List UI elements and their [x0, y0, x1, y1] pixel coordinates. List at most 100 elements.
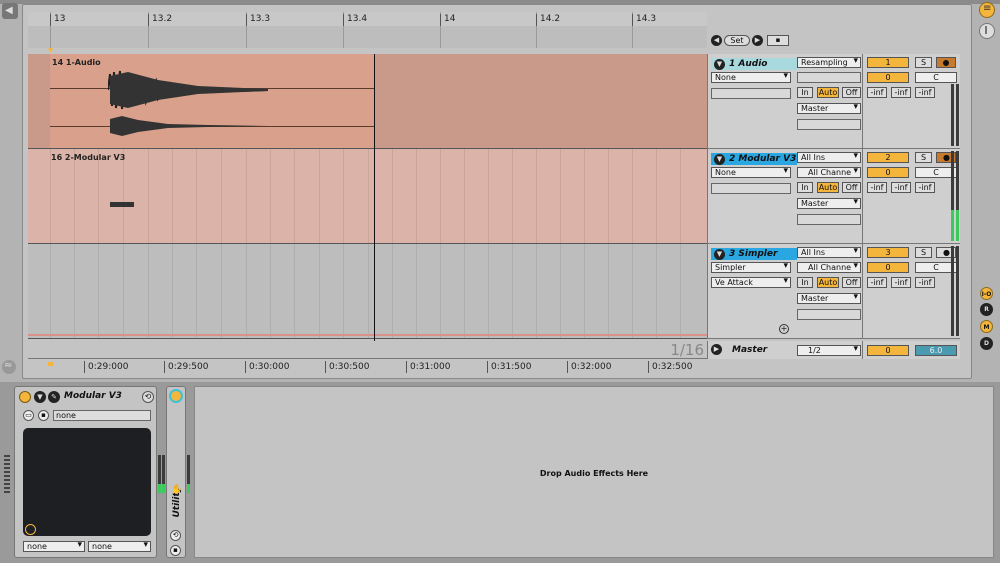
send-b[interactable]: -inf	[891, 87, 911, 98]
monitor-off-button[interactable]: Off	[842, 182, 861, 193]
send-b[interactable]: -inf	[891, 277, 911, 288]
track-activator-button[interactable]: 2	[867, 152, 909, 163]
arrangement-collapse-button[interactable]: ◀	[2, 3, 18, 19]
utility-settings-icon[interactable]: ⟲	[170, 530, 181, 541]
device-chain-chooser[interactable]	[711, 88, 791, 99]
utility-save-icon[interactable]: ▪	[170, 545, 181, 556]
wave-icon[interactable]: ≈	[2, 360, 16, 374]
track-fold-icon[interactable]: ▼	[714, 59, 725, 70]
input-type-chooser[interactable]: All Ins	[797, 152, 861, 163]
xy-knob[interactable]	[25, 524, 36, 535]
device-chooser[interactable]: Simpler	[711, 262, 791, 273]
mod-source-chooser[interactable]: none	[23, 541, 85, 552]
prev-locator-icon[interactable]: ◀	[711, 35, 722, 46]
bar-label: 13.4	[343, 14, 367, 26]
input-channel-chooser[interactable]: All Channe	[797, 262, 861, 273]
track-title[interactable]: ▼ 1 Audio	[711, 58, 797, 70]
output-channel-chooser[interactable]	[797, 119, 861, 130]
input-type-chooser[interactable]: Resampling	[797, 57, 861, 68]
device-fold-icon[interactable]: ▼	[34, 391, 46, 403]
volume-field[interactable]: 0	[867, 167, 909, 178]
drag-handle[interactable]	[4, 455, 10, 495]
beat-ruler[interactable]	[28, 12, 707, 48]
preset-field[interactable]: none	[53, 410, 151, 421]
monitor-in-button[interactable]: In	[797, 182, 813, 193]
track-title[interactable]: ▼ 3 Simpler	[711, 248, 797, 260]
effects-drop-zone[interactable]: Drop Audio Effects Here	[194, 386, 994, 558]
set-locator-button[interactable]: Set	[724, 35, 750, 46]
track-lane-audio[interactable]: 14 1-Audio	[28, 54, 707, 149]
track-lane-simpler[interactable]	[28, 244, 707, 339]
device-meter	[162, 455, 165, 493]
send-c[interactable]: -inf	[915, 277, 935, 288]
send-c[interactable]: -inf	[915, 87, 935, 98]
pan-field[interactable]: C	[915, 72, 957, 83]
wrench-icon[interactable]: ✎	[48, 391, 60, 403]
send-a[interactable]: -inf	[867, 87, 887, 98]
monitor-off-button[interactable]: Off	[842, 277, 861, 288]
playhead[interactable]	[374, 54, 375, 360]
output-chooser[interactable]: Master	[797, 293, 861, 304]
monitor-auto-button[interactable]: Auto	[817, 277, 839, 288]
delay-toggle-button[interactable]: D	[980, 337, 993, 350]
input-channel-chooser[interactable]	[797, 72, 861, 83]
track-fold-icon[interactable]: ▼	[714, 249, 725, 260]
volume-field[interactable]: 0	[867, 72, 909, 83]
master-volume-field[interactable]: 0	[867, 345, 909, 356]
output-chooser[interactable]: Master	[797, 103, 861, 114]
lock-icon[interactable]: ▪	[767, 35, 789, 46]
record-icon	[943, 60, 949, 66]
pause-icon[interactable]: ‖	[979, 23, 995, 39]
returns-toggle-button[interactable]: R	[980, 303, 993, 316]
input-channel-chooser[interactable]: All Channe	[797, 167, 861, 178]
master-fold-icon[interactable]: ▶	[711, 344, 722, 355]
io-toggle-button[interactable]: I-O	[980, 287, 993, 300]
device-chain-chooser[interactable]: Ve Attack	[711, 277, 791, 288]
master-lane[interactable]: 1/16	[28, 341, 707, 359]
monitor-in-button[interactable]: In	[797, 277, 813, 288]
solo-button[interactable]: S	[915, 152, 932, 163]
cue-volume-field[interactable]: 6.0	[915, 345, 957, 356]
device-chain-chooser[interactable]	[711, 183, 791, 194]
track-activator-button[interactable]: 1	[867, 57, 909, 68]
output-channel-chooser[interactable]	[797, 309, 861, 320]
bar-label: 13.3	[246, 14, 270, 26]
add-track-icon[interactable]: +	[779, 324, 789, 334]
mixer-toggle-button[interactable]: M	[980, 320, 993, 333]
utility-power-button[interactable]	[169, 389, 183, 403]
track-title[interactable]: ▼ 2 Modular V3	[711, 153, 797, 165]
send-a[interactable]: -inf	[867, 182, 887, 193]
solo-button[interactable]: S	[915, 247, 932, 258]
audio-clip[interactable]: 14 1-Audio	[50, 54, 375, 148]
device-settings-icon[interactable]: ⟲	[142, 391, 154, 403]
volume-field[interactable]: 0	[867, 262, 909, 273]
track-fold-icon[interactable]: ▼	[714, 154, 725, 165]
output-channel-chooser[interactable]	[797, 214, 861, 225]
track-activator-button[interactable]: 3	[867, 247, 909, 258]
midi-note[interactable]	[110, 202, 134, 207]
folder-icon[interactable]: ▭	[23, 410, 34, 421]
menu-icon[interactable]: ≡	[979, 2, 995, 18]
monitor-off-button[interactable]: Off	[842, 87, 861, 98]
track-lane-modular[interactable]: 16 2-Modular V3	[28, 149, 707, 244]
device-chooser[interactable]: None	[711, 167, 791, 178]
cue-out-chooser[interactable]: 1/2	[797, 345, 861, 356]
send-c[interactable]: -inf	[915, 182, 935, 193]
device-power-button[interactable]	[19, 391, 31, 403]
output-chooser[interactable]: Master	[797, 198, 861, 209]
monitor-in-button[interactable]: In	[797, 87, 813, 98]
grid-size[interactable]: 1/16	[670, 341, 704, 359]
device-display[interactable]	[23, 428, 151, 536]
arm-button[interactable]	[936, 57, 956, 68]
send-a[interactable]: -inf	[867, 277, 887, 288]
save-icon[interactable]: ▪	[38, 410, 49, 421]
mod-target-chooser[interactable]: none	[88, 541, 151, 552]
solo-button[interactable]: S	[915, 57, 932, 68]
bar-label: 14.2	[536, 14, 560, 26]
device-chooser[interactable]: None	[711, 72, 791, 83]
input-type-chooser[interactable]: All Ins	[797, 247, 861, 258]
send-b[interactable]: -inf	[891, 182, 911, 193]
monitor-auto-button[interactable]: Auto	[817, 182, 839, 193]
monitor-auto-button[interactable]: Auto	[817, 87, 839, 98]
next-locator-icon[interactable]: ▶	[752, 35, 763, 46]
